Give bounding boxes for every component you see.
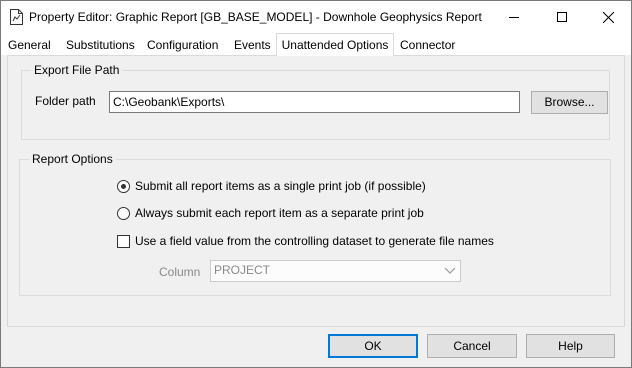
column-label: Column [159,265,201,279]
tab-connector[interactable]: Connector [400,37,455,55]
single-print-job-radio[interactable] [117,180,130,193]
field-value-label[interactable]: Use a field value from the controlling d… [135,234,494,248]
maximize-icon [557,12,567,22]
radio-selected-dot [121,184,126,189]
tab-unattended-options[interactable]: Unattended Options [276,33,394,56]
tab-substitutions[interactable]: Substitutions [66,37,135,55]
separate-print-job-label[interactable]: Always submit each report item as a sepa… [135,206,424,220]
tab-panel: Export File Path Folder path C:\Geobank\… [7,55,625,327]
tab-configuration[interactable]: Configuration [147,37,218,55]
minimize-button[interactable] [491,1,537,33]
browse-button[interactable]: Browse... [531,91,608,114]
group-title: Export File Path [31,63,123,77]
close-icon [602,11,614,23]
report-options-group: Report Options Submit all report items a… [19,152,611,296]
window-title: Property Editor: Graphic Report [GB_BASE… [29,10,482,24]
tab-general[interactable]: General [8,37,51,55]
export-file-path-group: Export File Path Folder path C:\Geobank\… [21,63,610,140]
maximize-button[interactable] [539,1,585,33]
title-bar: Property Editor: Graphic Report [GB_BASE… [1,1,631,33]
chevron-down-icon [444,267,456,274]
close-button[interactable] [585,1,631,33]
column-select-value: PROJECT [214,263,271,277]
cancel-button[interactable]: Cancel [427,334,517,358]
report-document-icon [10,9,23,25]
dialog-button-bar: OK Cancel Help [1,327,631,367]
minimize-icon [509,17,519,18]
single-print-job-label[interactable]: Submit all report items as a single prin… [135,179,426,193]
column-select[interactable]: PROJECT [210,260,461,282]
folder-path-field[interactable]: C:\Geobank\Exports\ [109,91,520,113]
property-editor-window: Property Editor: Graphic Report [GB_BASE… [0,0,632,368]
group-title: Report Options [29,152,116,166]
separate-print-job-radio[interactable] [117,207,130,220]
tab-events[interactable]: Events [234,37,271,55]
field-value-checkbox[interactable] [117,235,130,248]
help-button[interactable]: Help [526,334,615,358]
ok-button[interactable]: OK [328,334,418,358]
folder-path-label: Folder path [35,94,96,108]
